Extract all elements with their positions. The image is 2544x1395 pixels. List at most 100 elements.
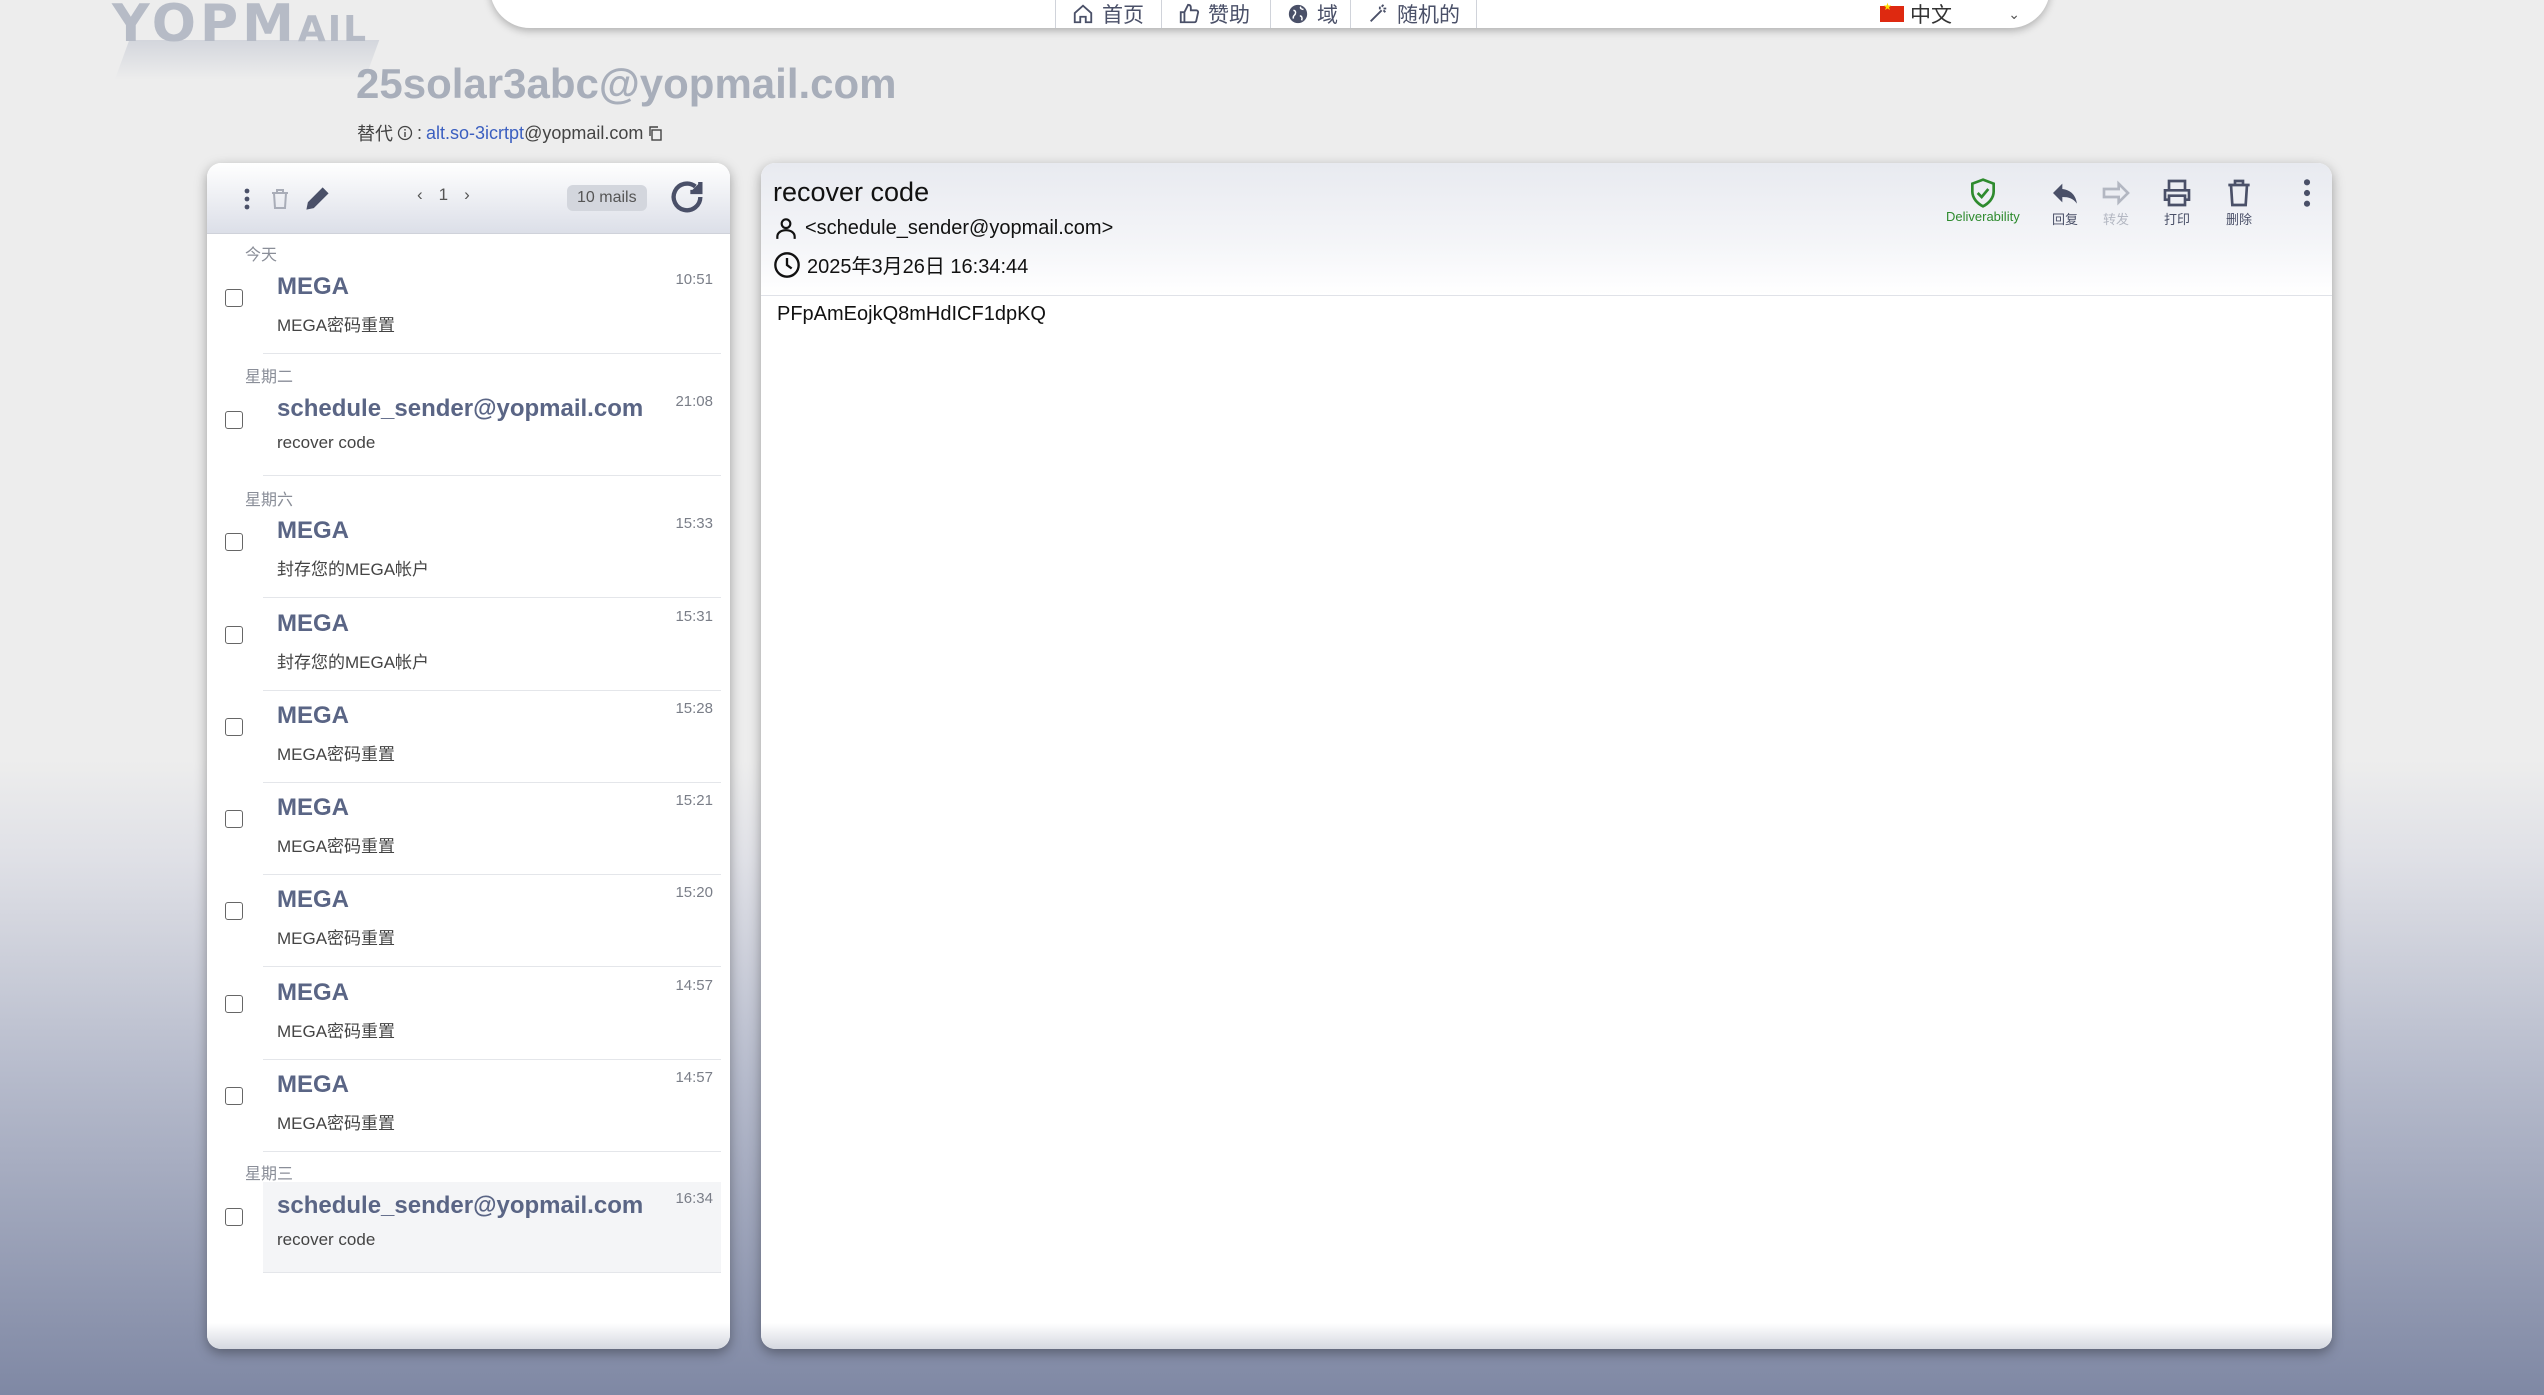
mail-time: 16:34 [675,1190,713,1207]
globe-icon [1288,4,1308,24]
mail-checkbox[interactable] [225,533,243,551]
mail-subject: MEGA密码重置 [277,316,396,335]
mail-time: 15:20 [675,884,713,901]
message-sender-address: <schedule_sender@yopmail.com> [805,216,1114,239]
message-panel: recover code <schedule_sender@yopmail.co… [761,163,2332,1349]
mail-list-panel: ‹ 1 › 10 mails 今天 MEGA MEGA密码重置 10:51 星期… [207,163,730,1349]
mail-subject: recover code [277,433,376,452]
prev-page-icon[interactable]: ‹ [417,185,423,205]
nav-sponsor[interactable]: 赞助 [1161,0,1266,28]
mail-item[interactable]: schedule_sender@yopmail.com recover code… [225,385,721,476]
mail-item[interactable]: MEGA 封存您的MEGA帐户 15:31 [225,600,721,691]
mail-subject: recover code [277,1230,376,1249]
mail-sender: MEGA [277,794,349,821]
info-icon[interactable] [397,125,413,141]
mail-time: 15:28 [675,700,713,717]
mail-checkbox[interactable] [225,411,243,429]
mail-checkbox[interactable] [225,289,243,307]
nav-random-label: 随机的 [1397,4,1460,27]
forward-icon [2102,180,2130,206]
trash-icon [2228,179,2250,207]
nav-sponsor-label: 赞助 [1208,4,1250,27]
next-page-icon[interactable]: › [464,185,470,205]
mail-subject: 封存您的MEGA帐户 [277,653,430,672]
mail-sender: MEGA [277,517,349,544]
message-body: PFpAmEojkQ8mHdICF1dpKQ [777,303,1046,325]
mail-sender: MEGA [277,702,349,729]
mail-sender: MEGA [277,979,349,1006]
chevron-down-icon: ⌄ [2008,5,2020,22]
nav-random[interactable]: 随机的 [1350,0,1477,28]
reply-label: 回复 [2051,212,2078,227]
nav-home-label: 首页 [1102,4,1144,27]
mail-item[interactable]: MEGA MEGA密码重置 10:51 [225,263,721,354]
mail-sender: MEGA [277,610,349,637]
language-selector[interactable]: 中文 ⌄ [1880,0,2020,28]
deliverability-button[interactable]: Deliverability [1946,177,2020,224]
forward-button[interactable]: 转发 [2100,177,2132,228]
mail-checkbox[interactable] [225,810,243,828]
refresh-icon[interactable] [665,175,709,219]
alias-label: 替代 [357,124,393,144]
mail-sender: MEGA [277,273,349,300]
day-label: 星期三 [245,1166,294,1183]
mail-count-badge: 10 mails [567,185,647,211]
yopmail-logo[interactable]: YOPMAIL [112,0,382,90]
mail-checkbox[interactable] [225,626,243,644]
message-subject: recover code [773,177,930,207]
mail-item-selected[interactable]: schedule_sender@yopmail.com recover code… [225,1182,721,1273]
mail-checkbox[interactable] [225,902,243,920]
page-number: 1 [438,185,449,204]
more-options-button[interactable] [2291,177,2323,209]
delete-label: 删除 [2225,212,2252,227]
forward-label: 转发 [2102,212,2129,227]
mail-sender: MEGA [277,1071,349,1098]
logo-text: YOPMAIL [112,0,369,54]
list-footer [207,1323,730,1349]
mail-subject: MEGA密码重置 [277,837,396,856]
mail-time: 15:33 [675,515,713,532]
list-toolbar: ‹ 1 › 10 mails [207,163,730,234]
mail-sender: schedule_sender@yopmail.com [277,395,644,422]
message-sender: <schedule_sender@yopmail.com> [773,215,1113,241]
message-date-text: 2025年3月26日 16:34:44 [807,256,1029,278]
clock-icon [774,251,800,278]
reply-button[interactable]: 回复 [2049,177,2081,228]
nav-home[interactable]: 首页 [1055,0,1160,28]
more-vertical-icon[interactable] [235,183,259,215]
deliverability-label: Deliverability [1946,209,2020,224]
mail-item[interactable]: MEGA MEGA密码重置 15:28 [225,692,721,783]
mail-checkbox[interactable] [225,1208,243,1226]
delete-button[interactable]: 删除 [2223,177,2255,228]
alias-domain: @yopmail.com [524,122,644,143]
nav-domain-label: 域 [1317,4,1338,27]
mail-checkbox[interactable] [225,718,243,736]
message-date: 2025年3月26日 16:34:44 [773,250,1028,279]
alias-line: 替代 : alt.so-3icrtpt @yopmail.com [357,120,663,146]
printer-icon [2163,179,2191,207]
mail-item[interactable]: MEGA MEGA密码重置 15:20 [225,876,721,967]
china-flag-icon [1880,2,1904,22]
trash-icon[interactable] [265,183,295,215]
mail-item[interactable]: MEGA MEGA密码重置 14:57 [225,969,721,1060]
alias-name[interactable]: alt.so-3icrtpt [426,123,524,144]
mail-subject: 封存您的MEGA帐户 [277,560,430,579]
person-icon [776,218,796,239]
compose-pencil-icon[interactable] [301,181,335,215]
mail-item[interactable]: MEGA 封存您的MEGA帐户 15:33 [225,507,721,598]
mail-item[interactable]: MEGA MEGA密码重置 15:21 [225,784,721,875]
copy-icon[interactable] [647,125,663,141]
mail-item[interactable]: MEGA MEGA密码重置 14:57 [225,1061,721,1152]
home-icon [1073,4,1093,24]
pager: ‹ 1 › [417,185,470,205]
mail-time: 10:51 [675,271,713,288]
nav-domain[interactable]: 域 [1270,0,1354,28]
print-button[interactable]: 打印 [2161,177,2193,228]
mail-checkbox[interactable] [225,1087,243,1105]
mail-checkbox[interactable] [225,995,243,1013]
language-label: 中文 [1910,4,1952,27]
thumbs-up-icon [1179,3,1200,24]
shield-check-icon [1970,178,1995,208]
message-header: recover code <schedule_sender@yopmail.co… [761,163,2332,296]
mailbox-address: 25solar3abc@yopmail.com [356,60,897,107]
